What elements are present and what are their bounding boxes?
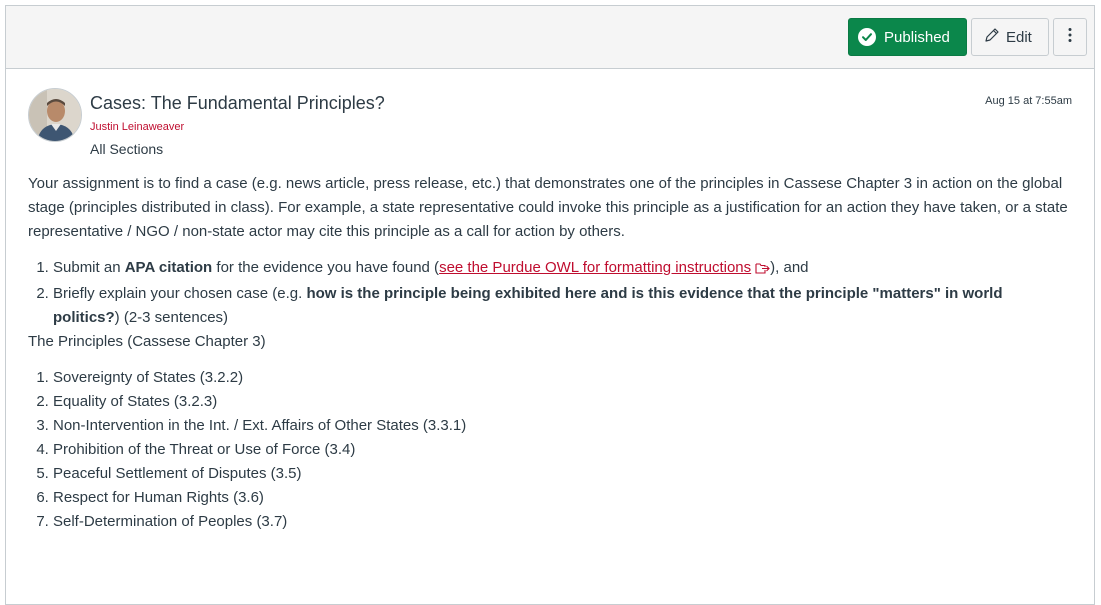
author-name[interactable]: Justin Leinaweaver: [90, 121, 184, 133]
link-text: see the Purdue OWL for formatting instru…: [439, 259, 752, 276]
edit-label: Edit: [1006, 28, 1032, 46]
instruction-text: ), and: [770, 259, 809, 276]
author-avatar[interactable]: [28, 88, 82, 142]
more-options-button[interactable]: [1053, 18, 1087, 56]
list-item: Submit an APA citation for the evidence …: [53, 256, 1072, 282]
list-item: Respect for Human Rights (3.6): [53, 486, 1072, 510]
instruction-bold: APA citation: [124, 259, 213, 276]
announcement-panel: Published Edit Cases: The Fundamental Pr…: [5, 5, 1095, 605]
toolbar: Published Edit: [6, 6, 1094, 69]
checkmark-icon: [858, 28, 876, 46]
list-item: Sovereignty of States (3.2.2): [53, 366, 1072, 390]
published-label: Published: [884, 28, 950, 46]
list-item: Self-Determination of Peoples (3.7): [53, 510, 1072, 534]
edit-button[interactable]: Edit: [971, 18, 1049, 56]
instruction-text: Submit an: [53, 259, 125, 276]
instructions-list: Submit an APA citation for the evidence …: [28, 256, 1072, 330]
post-header: Cases: The Fundamental Principles? Justi…: [6, 69, 1094, 164]
pencil-icon: [984, 27, 1000, 47]
post-body: Your assignment is to find a case (e.g. …: [6, 164, 1094, 534]
list-item: Briefly explain your chosen case (e.g. h…: [53, 282, 1072, 330]
list-item: Prohibition of the Threat or Use of Forc…: [53, 438, 1072, 462]
list-item: Non-Intervention in the Int. / Ext. Affa…: [53, 414, 1072, 438]
principles-list: Sovereignty of States (3.2.2) Equality o…: [28, 366, 1072, 534]
post-title: Cases: The Fundamental Principles?: [90, 93, 385, 113]
intro-paragraph: Your assignment is to find a case (e.g. …: [28, 175, 1068, 240]
kebab-vertical-icon: [1068, 27, 1072, 47]
external-link-icon: [755, 258, 770, 282]
instruction-text: for the evidence you have found (: [212, 259, 440, 276]
list-item: Peaceful Settlement of Disputes (3.5): [53, 462, 1072, 486]
purdue-owl-link[interactable]: see the Purdue OWL for formatting instru…: [439, 259, 770, 276]
post-date: Aug 15 at 7:55am: [985, 95, 1072, 107]
sections-label: All Sections: [90, 141, 164, 157]
instruction-text: Briefly explain your chosen case (e.g.: [53, 285, 307, 302]
list-item: Equality of States (3.2.3): [53, 390, 1072, 414]
instruction-text: ) (2-3 sentences): [114, 309, 229, 326]
principles-heading: The Principles (Cassese Chapter 3): [28, 333, 266, 350]
published-button[interactable]: Published: [848, 18, 967, 56]
